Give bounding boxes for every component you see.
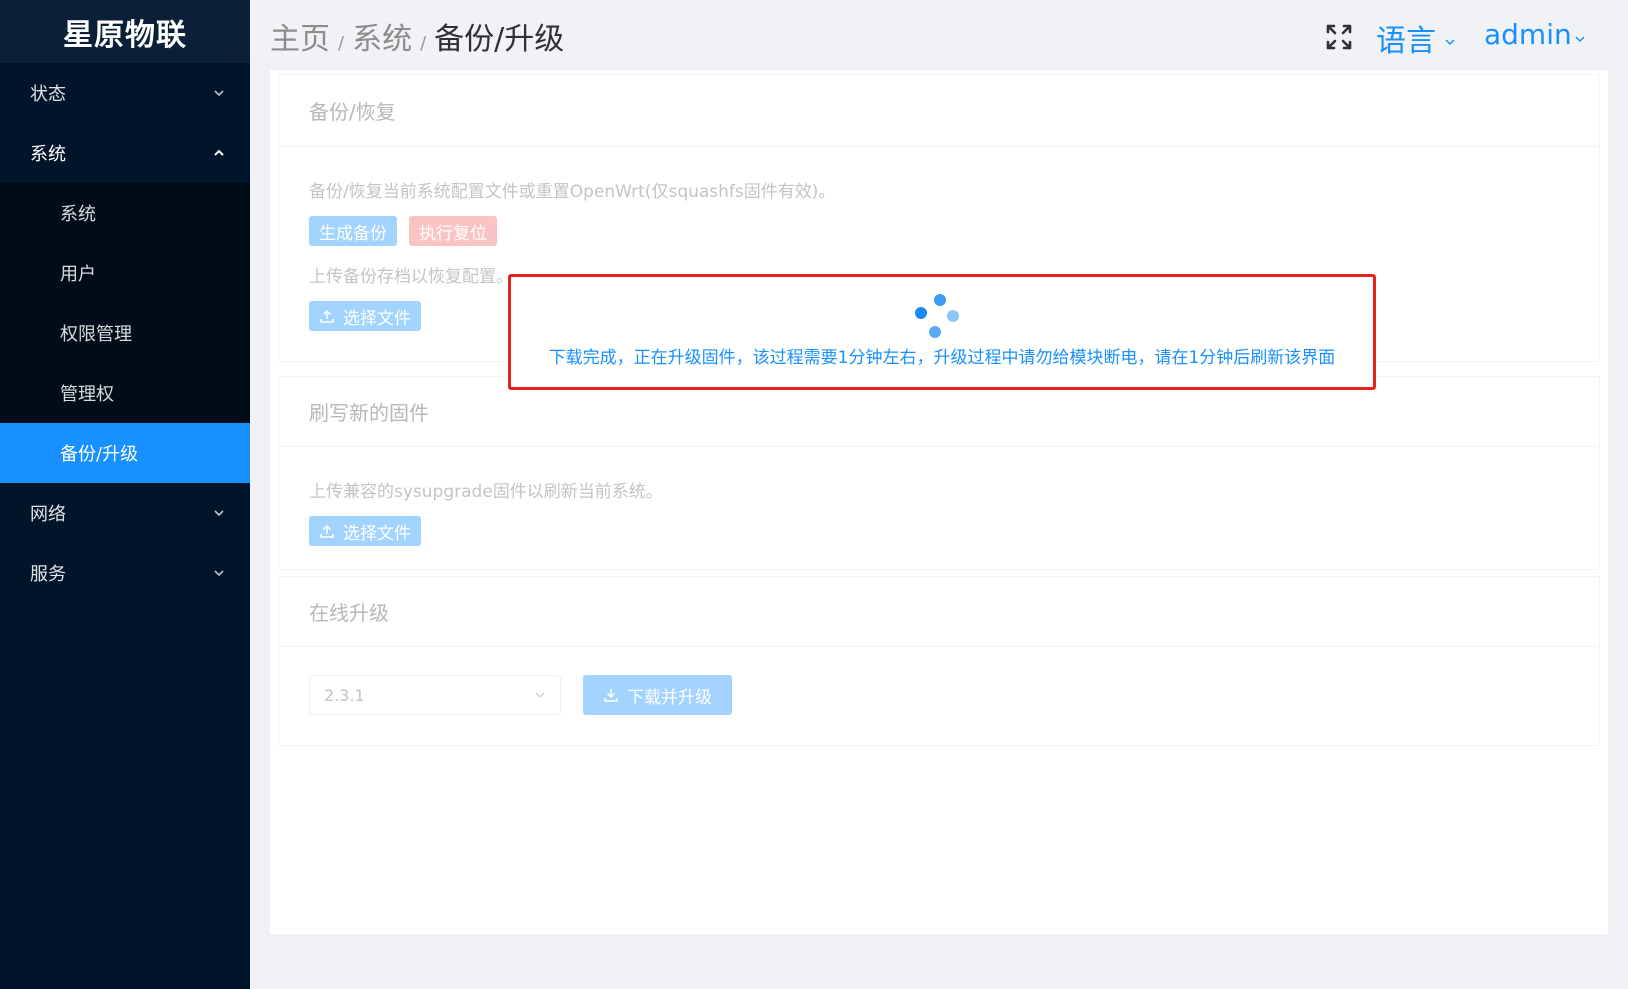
sidebar-item-admin[interactable]: 管理权 (0, 363, 250, 423)
submenu-system: 系统 用户 权限管理 管理权 备份/升级 (0, 183, 250, 483)
user-name: admin (1484, 18, 1572, 51)
chevron-down-icon (534, 689, 546, 701)
menu-group-status[interactable]: 状态 (0, 63, 250, 123)
upgrade-loading-dialog: 下载完成，正在升级固件，该过程需要1分钟左右，升级过程中请勿给模块断电，请在1分… (508, 274, 1376, 390)
breadcrumb-home[interactable]: 主页 (270, 14, 330, 58)
online-upgrade-card: 在线升级 2.3.1 下载并升级 (278, 576, 1600, 746)
download-upgrade-button[interactable]: 下载并升级 (583, 675, 732, 715)
download-upgrade-label: 下载并升级 (627, 687, 712, 708)
choose-file-label: 选择文件 (343, 308, 411, 329)
loading-message: 下载完成，正在升级固件，该过程需要1分钟左右，升级过程中请勿给模块断电，请在1分… (548, 348, 1336, 368)
language-dropdown[interactable]: 语言 (1376, 16, 1456, 60)
menu-group-label: 服务 (30, 564, 66, 585)
user-dropdown[interactable]: admin (1484, 18, 1586, 51)
chevron-up-icon (212, 146, 226, 160)
sidebar-item-backup-upgrade[interactable]: 备份/升级 (0, 423, 250, 483)
app-logo: 星原物联 (0, 0, 250, 63)
loading-spinner-icon (915, 293, 961, 339)
chevron-down-icon (1574, 33, 1586, 45)
generate-backup-button[interactable]: 生成备份 (309, 216, 397, 246)
backup-description: 备份/恢复当前系统配置文件或重置OpenWrt(仅squashfs固件有效)。 (309, 182, 836, 202)
sidebar-item-permissions[interactable]: 权限管理 (0, 303, 250, 363)
sidebar-item-system[interactable]: 系统 (0, 183, 250, 243)
chevron-down-icon (212, 566, 226, 580)
upload-icon (319, 308, 335, 324)
download-icon (603, 687, 619, 703)
flash-description: 上传兼容的sysupgrade固件以刷新当前系统。 (309, 482, 663, 502)
card-title: 备份/恢复 (279, 75, 1599, 147)
reset-button[interactable]: 执行复位 (409, 216, 497, 246)
breadcrumb-separator: / (338, 33, 345, 54)
choose-backup-file-button[interactable]: 选择文件 (309, 301, 421, 331)
language-label: 语言 (1376, 24, 1436, 59)
menu-group-label: 系统 (30, 144, 66, 165)
chevron-down-icon (212, 506, 226, 520)
breadcrumb-system[interactable]: 系统 (352, 14, 412, 58)
version-select-value: 2.3.1 (324, 685, 365, 705)
breadcrumb-current: 备份/升级 (434, 22, 565, 57)
menu-group-services[interactable]: 服务 (0, 543, 250, 603)
sidebar-item-users[interactable]: 用户 (0, 243, 250, 303)
menu-group-network[interactable]: 网络 (0, 483, 250, 543)
version-select[interactable]: 2.3.1 (309, 675, 561, 715)
main-content: 备份/恢复 备份/恢复当前系统配置文件或重置OpenWrt(仅squashfs固… (270, 70, 1608, 934)
chevron-down-icon (1444, 36, 1456, 48)
menu-group-label: 网络 (30, 504, 66, 525)
top-header: 主页 / 系统 / 备份/升级 语言 admin (250, 0, 1628, 70)
fullscreen-icon[interactable] (1324, 22, 1354, 52)
card-title: 在线升级 (279, 577, 1599, 647)
choose-firmware-file-button[interactable]: 选择文件 (309, 516, 421, 546)
breadcrumb: 主页 / 系统 / 备份/升级 (270, 14, 564, 58)
chevron-down-icon (212, 86, 226, 100)
flash-firmware-card: 刷写新的固件 上传兼容的sysupgrade固件以刷新当前系统。 选择文件 (278, 376, 1600, 570)
sidebar: 星原物联 状态 系统 系统 用户 权限管理 管理权 备份/升级 网络 服务 (0, 0, 250, 989)
choose-file-label: 选择文件 (343, 523, 411, 544)
menu-group-label: 状态 (30, 84, 66, 105)
upload-icon (319, 523, 335, 539)
breadcrumb-separator: / (420, 33, 427, 54)
menu-group-system[interactable]: 系统 (0, 123, 250, 183)
